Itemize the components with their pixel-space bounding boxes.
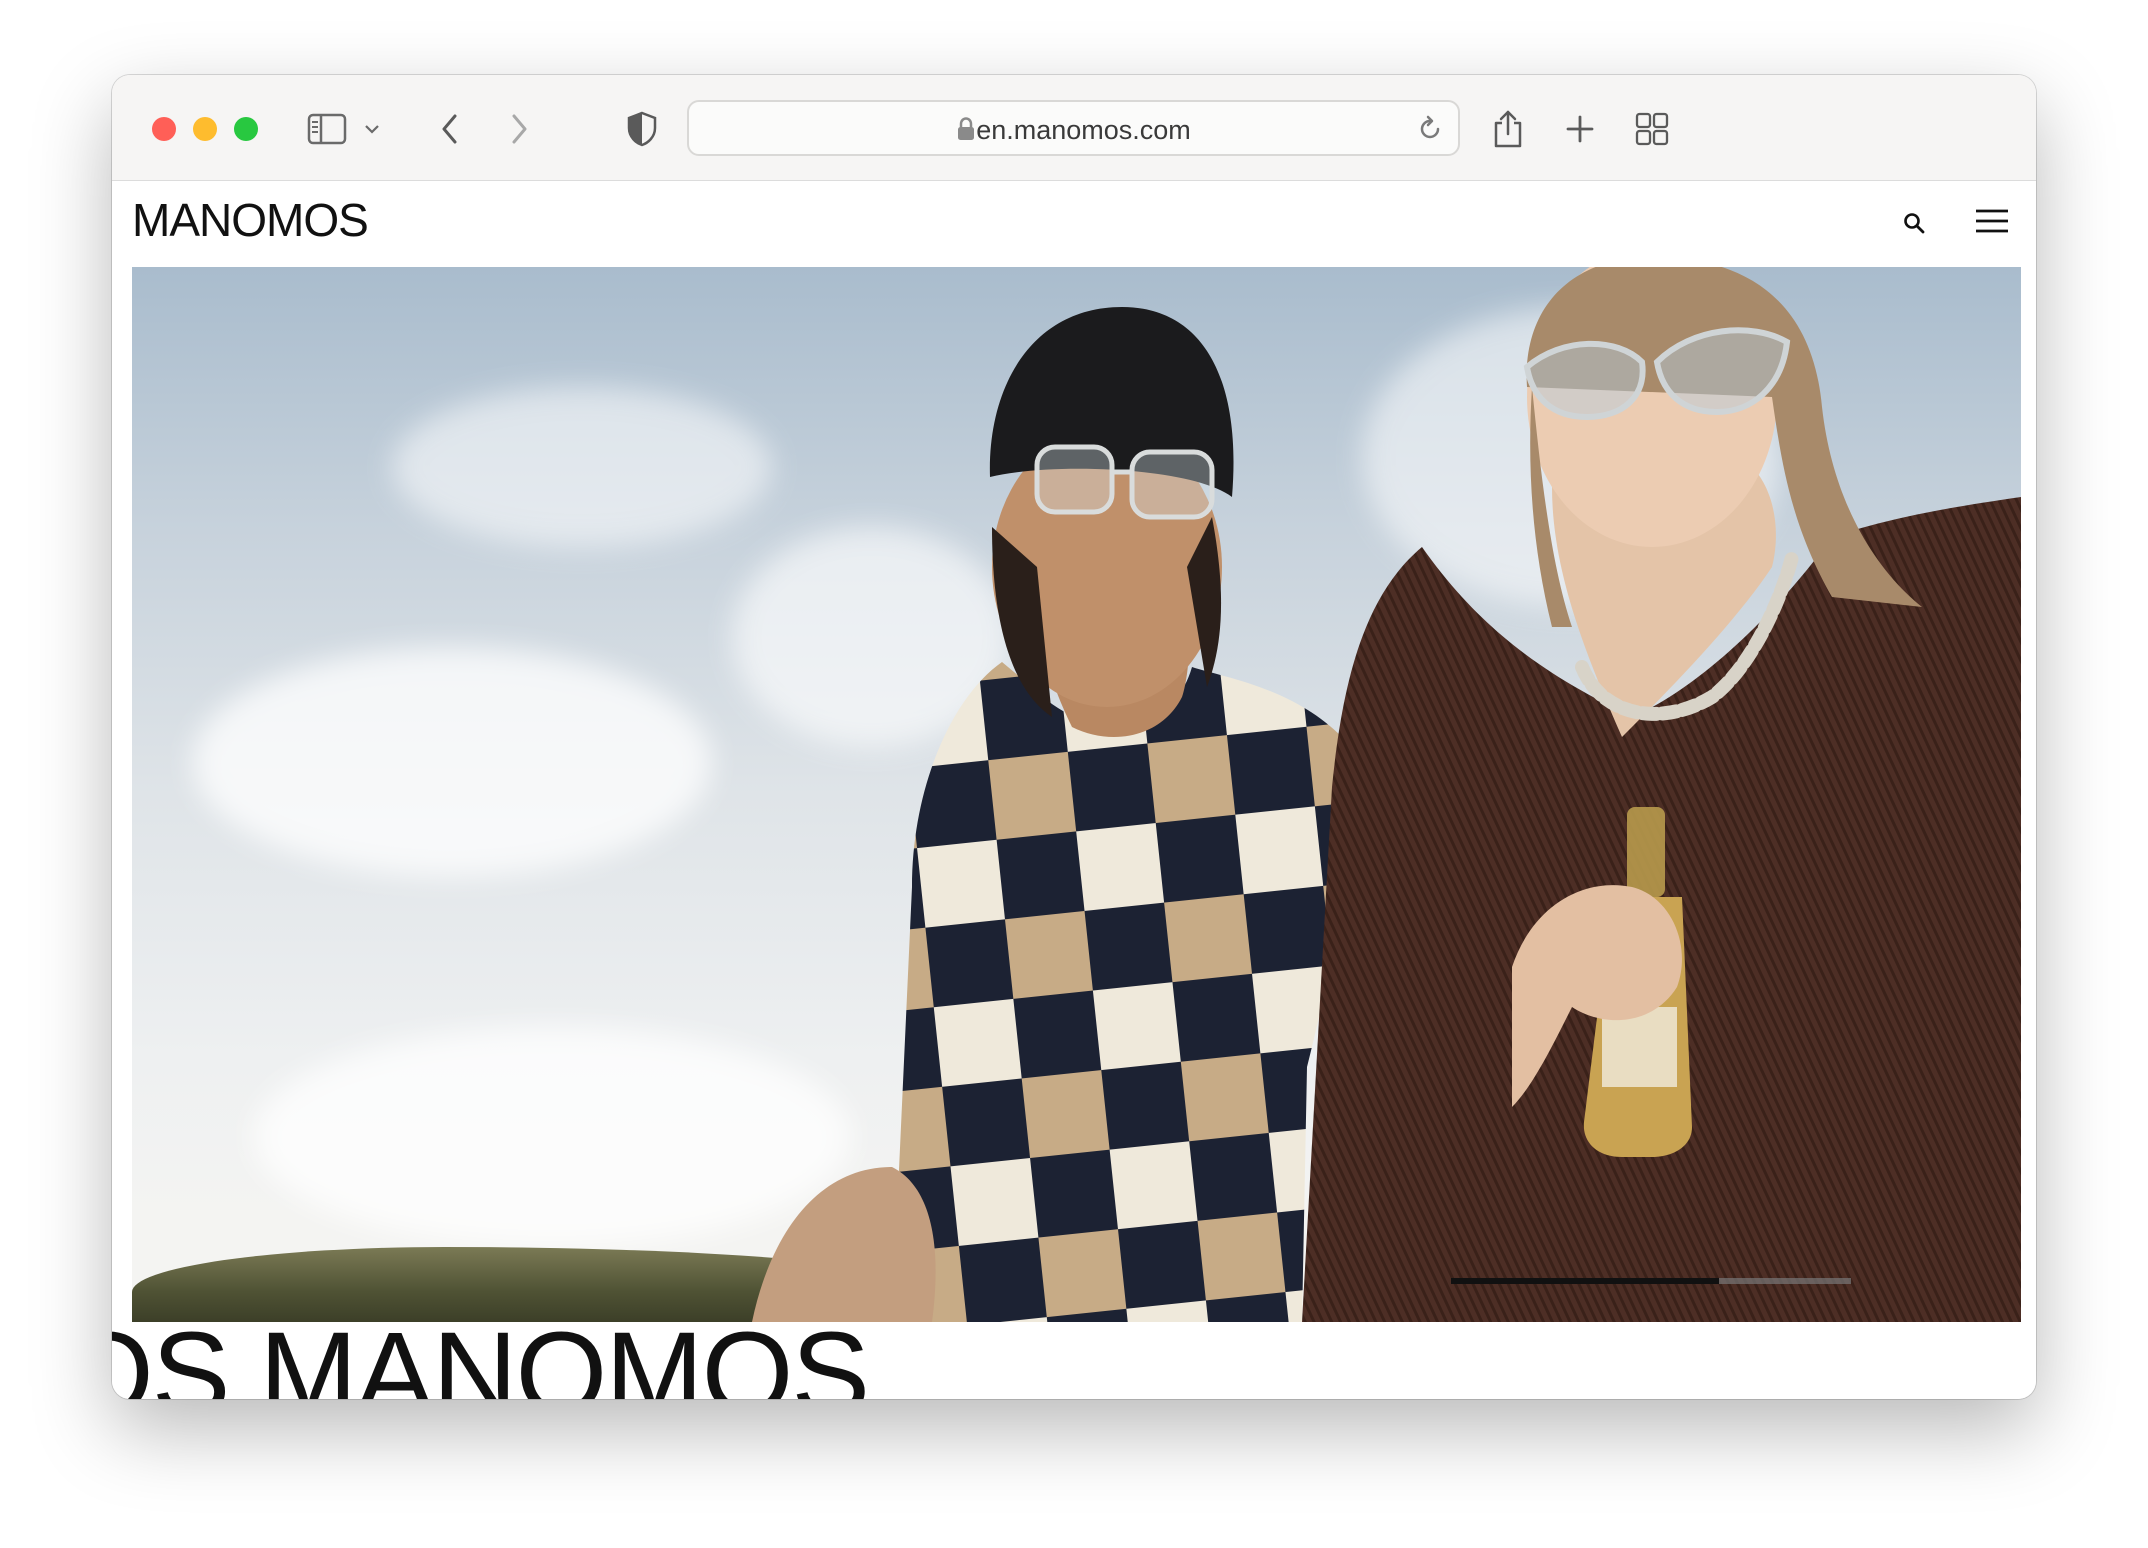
hero-image[interactable] [132,267,2021,1322]
site-logo[interactable]: MANOMOS [132,197,369,243]
hamburger-menu-icon [1976,209,2008,233]
web-page: MANOMOS OS MANOMOS [112,181,2036,1399]
minimize-window-button[interactable] [193,117,217,141]
new-tab-icon [1566,115,1594,143]
tab-overview-button[interactable] [1630,107,1674,151]
search-button[interactable] [1894,203,1934,243]
menu-button[interactable] [1972,201,2012,241]
shield-icon [627,111,657,147]
share-button[interactable] [1486,107,1530,151]
sidebar-menu-button[interactable] [357,107,387,151]
site-header: MANOMOS [112,181,2036,266]
browser-toolbar: en.manomos.com [112,75,2036,181]
models-illustration [752,267,2021,1322]
forward-icon [512,114,527,144]
chevron-down-icon [365,125,379,134]
sidebar-toggle-button[interactable] [305,107,349,151]
sidebar-icon [307,113,347,145]
privacy-report-button[interactable] [620,107,664,151]
browser-window: en.manomos.com MANOMOS OS MANOMOS [112,75,2036,1399]
new-tab-button[interactable] [1558,107,1602,151]
slide-progress-fill [1451,1278,1719,1284]
share-icon [1494,110,1522,148]
reload-icon[interactable] [1416,115,1444,143]
back-icon [442,114,457,144]
address-bar[interactable]: en.manomos.com [687,100,1460,156]
close-window-button[interactable] [152,117,176,141]
tab-overview-icon [1635,112,1669,146]
brand-marquee: OS MANOMOS [112,1308,870,1399]
address-url: en.manomos.com [976,115,1191,145]
search-icon [1904,213,1925,234]
slide-progress-bar[interactable] [1451,1278,1851,1284]
forward-button[interactable] [497,107,541,151]
zoom-window-button[interactable] [234,117,258,141]
back-button[interactable] [428,107,472,151]
